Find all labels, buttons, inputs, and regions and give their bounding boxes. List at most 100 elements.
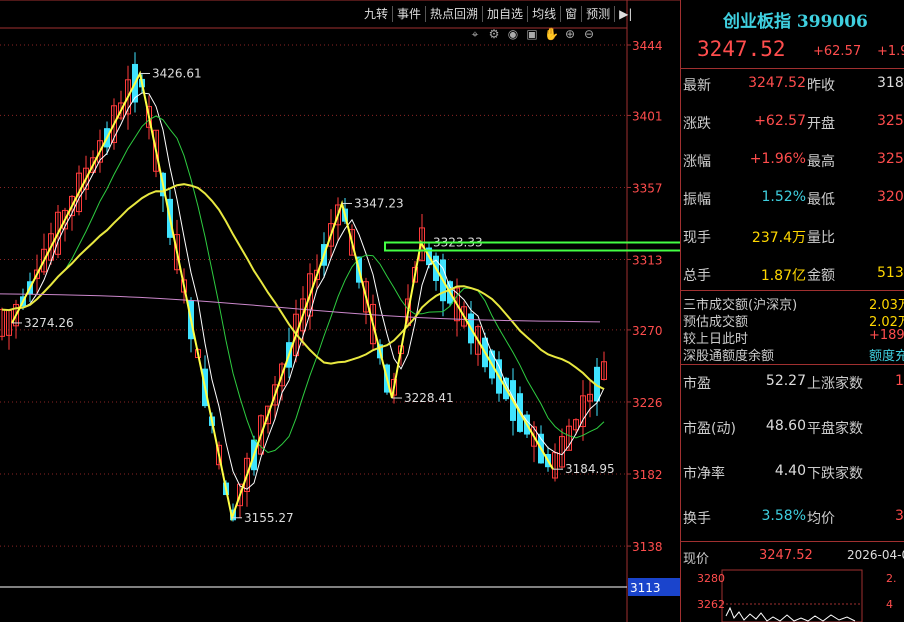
y-tick-label: 3401 bbox=[632, 109, 663, 123]
quote-panel: 创业板指 399006 3247.52 +62.57 +1.9 最新 3247.5… bbox=[681, 0, 904, 622]
quote-row: 振幅 1.52% 最低 320 bbox=[681, 189, 904, 211]
valuation-value: 52.27 bbox=[765, 373, 806, 389]
quote-label-2: 最低 bbox=[807, 192, 835, 208]
mini-right-top: 2. bbox=[886, 572, 897, 585]
quote-label: 现手 bbox=[683, 230, 711, 246]
quote-value: 1.52% bbox=[761, 189, 806, 205]
valuation-label: 市盈 bbox=[683, 376, 711, 392]
target-icon[interactable]: ⌖ bbox=[468, 27, 482, 41]
quote-value: 237.4万 bbox=[751, 230, 806, 246]
bottom-price-value: 3247.52 bbox=[759, 548, 813, 563]
quote-row: 最新 3247.52 昨收 318 bbox=[681, 75, 904, 97]
valuation-value-2: 3 bbox=[895, 508, 904, 524]
quote-label-2: 开盘 bbox=[807, 116, 835, 132]
y-tick-label: 3182 bbox=[632, 468, 663, 482]
quote-value: 3247.52 bbox=[748, 75, 806, 91]
valuation-row: 换手 3.58% 均价 3 bbox=[681, 508, 904, 530]
hot-replay-button[interactable]: 热点回溯 bbox=[425, 6, 482, 22]
zoom-out-icon[interactable]: ⊖ bbox=[582, 27, 596, 41]
valuation-label-2: 均价 bbox=[807, 511, 835, 527]
quote-label-2: 量比 bbox=[807, 230, 835, 246]
kline-chart-area[interactable]: 3444 3401 3357 3313 3270 3226 3182 3138 3113 3274… bbox=[0, 0, 680, 622]
jiuzhuan-button[interactable]: 九转 bbox=[360, 6, 392, 22]
index-title: 创业板指 399006 bbox=[723, 12, 868, 32]
quote-value-2: 325 bbox=[877, 151, 904, 167]
quote-label-2: 最高 bbox=[807, 154, 835, 170]
valuation-label-2: 上涨家数 bbox=[807, 376, 863, 392]
y-tick-label: 3226 bbox=[632, 396, 663, 410]
hand-icon[interactable]: ✋ bbox=[544, 27, 559, 41]
quote-value: +62.57 bbox=[754, 113, 806, 129]
quote-value: 1.87亿 bbox=[760, 268, 806, 284]
add-watchlist-button[interactable]: 加自选 bbox=[482, 6, 527, 22]
quote-value-2: 318 bbox=[877, 75, 904, 91]
forecast-button[interactable]: 预测 bbox=[581, 6, 614, 22]
y-tick-label: 3444 bbox=[632, 39, 663, 53]
pivot-label: 3347.23 bbox=[354, 196, 404, 210]
market-stat-row: 预估成交额2.02万 bbox=[683, 311, 904, 330]
bottom-price-label: 现价 bbox=[683, 552, 710, 567]
market-stat-label: 深股通额度余额 bbox=[683, 349, 775, 364]
bottom-date: 2026-04-0 bbox=[847, 548, 904, 562]
market-stat-row: 三市成交额(沪深京)2.03万 bbox=[683, 294, 904, 313]
quote-label: 总手 bbox=[683, 268, 711, 284]
settings-icon[interactable]: ⚙ bbox=[487, 27, 501, 41]
lock-icon[interactable]: ▣ bbox=[525, 27, 539, 41]
quote-label-2: 金额 bbox=[807, 268, 835, 284]
mini-right-mid: 4 bbox=[886, 598, 893, 611]
price-change: +62.57 bbox=[813, 44, 862, 59]
quote-value-2: 325 bbox=[877, 113, 904, 129]
market-stat-row: 较上日此时 +189 bbox=[683, 328, 904, 347]
chart-toolbar: 九转 事件 热点回溯 加自选 均线 窗 预测 ▶| bbox=[360, 6, 636, 22]
y-tick-label: 3270 bbox=[632, 324, 663, 338]
valuation-row: 市净率 4.40 下跌家数 bbox=[681, 463, 904, 485]
quote-label: 振幅 bbox=[683, 192, 711, 208]
y-tick-label: 3138 bbox=[632, 540, 663, 554]
current-price: 3247.52 bbox=[697, 37, 786, 61]
mini-tick-top: 3280 bbox=[697, 572, 725, 585]
quote-value: +1.96% bbox=[749, 151, 806, 167]
quote-row: 现手 237.4万 量比 bbox=[681, 227, 904, 249]
quote-label-2: 昨收 bbox=[807, 78, 835, 94]
quote-label: 最新 bbox=[683, 78, 711, 94]
events-button[interactable]: 事件 bbox=[392, 6, 425, 22]
chart-icon-bar: ⌖ ⚙ ◉ ▣ ✋ ⊕ ⊖ bbox=[468, 27, 596, 41]
valuation-label: 市盈(动) bbox=[683, 421, 736, 437]
y-tick-label: 3357 bbox=[632, 181, 663, 195]
pivot-label: 3155.27 bbox=[244, 511, 294, 525]
zoom-in-icon[interactable]: ⊕ bbox=[563, 27, 577, 41]
price-change-percent: +1.9 bbox=[877, 44, 904, 59]
market-stat-value: +189 bbox=[869, 328, 904, 343]
bottom-price-row: 现价 3247.52 2026-04-0 bbox=[681, 548, 904, 570]
y-tick-label: 3313 bbox=[632, 254, 663, 268]
market-stat-row: 深股通额度余额 额度充 bbox=[683, 345, 904, 364]
valuation-label: 市净率 bbox=[683, 466, 725, 482]
quote-value-2: 513 bbox=[877, 265, 904, 281]
eye-icon[interactable]: ◉ bbox=[506, 27, 520, 41]
mini-tick-mid: 3262 bbox=[697, 598, 725, 611]
moving-average-button[interactable]: 均线 bbox=[527, 6, 560, 22]
quote-label: 涨幅 bbox=[683, 154, 711, 170]
valuation-value: 3.58% bbox=[761, 508, 806, 524]
divider bbox=[681, 364, 904, 365]
quote-label: 涨跌 bbox=[683, 116, 711, 132]
divider bbox=[681, 290, 904, 291]
divider bbox=[681, 541, 904, 542]
valuation-label-2: 下跌家数 bbox=[807, 466, 863, 482]
collapse-panel-icon[interactable]: ▶| bbox=[614, 6, 636, 22]
valuation-value: 48.60 bbox=[765, 418, 806, 434]
kline-chart[interactable]: 3444 3401 3357 3313 3270 3226 3182 3138 3113 3274… bbox=[0, 0, 680, 622]
valuation-value: 4.40 bbox=[774, 463, 806, 479]
valuation-value-2: 1 bbox=[895, 373, 904, 389]
last-price-tag: 3113 bbox=[630, 581, 661, 595]
valuation-label: 换手 bbox=[683, 511, 711, 527]
quote-row: 涨跌 +62.57 开盘 325 bbox=[681, 113, 904, 135]
window-button[interactable]: 窗 bbox=[560, 6, 581, 22]
mini-intraday-chart[interactable]: 3280 3262 2. 4 bbox=[681, 568, 904, 622]
market-stat-value: 额度充 bbox=[869, 349, 904, 364]
valuation-label-2: 平盘家数 bbox=[807, 421, 863, 437]
quote-row: 涨幅 +1.96% 最高 325 bbox=[681, 151, 904, 173]
valuation-row: 市盈(动) 48.60 平盘家数 bbox=[681, 418, 904, 440]
pivot-label: 3426.61 bbox=[152, 66, 202, 80]
pivot-label: 3228.41 bbox=[404, 391, 454, 405]
